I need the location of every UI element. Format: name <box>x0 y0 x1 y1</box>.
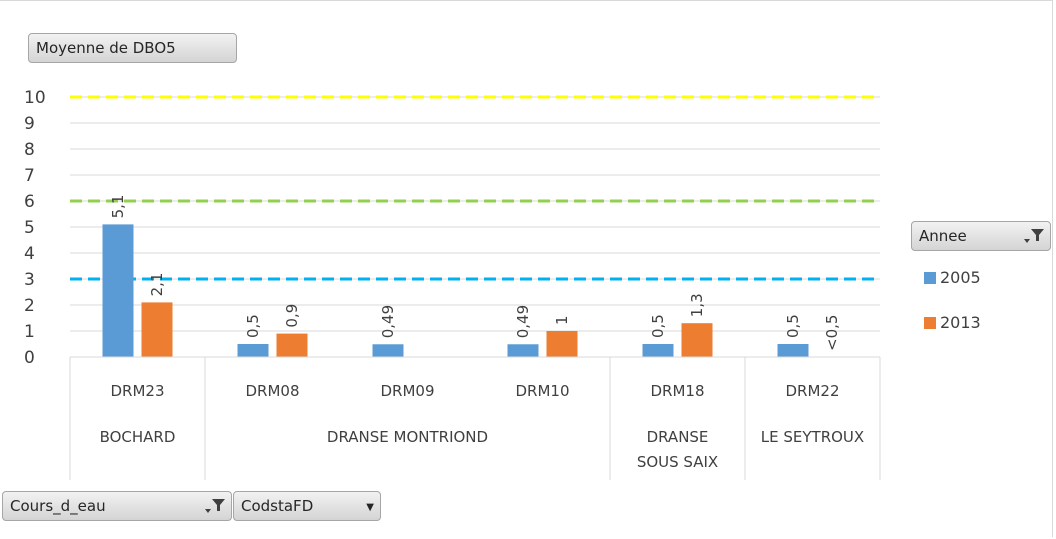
category-label: DRM10 <box>515 382 569 400</box>
bar-2013-DRM23 <box>141 302 173 357</box>
legend-entry-2005: 2005 <box>924 268 981 287</box>
legend-swatch-2013 <box>924 316 936 329</box>
legend-label-2005: 2005 <box>940 268 981 287</box>
category-label: DRM08 <box>245 382 299 400</box>
legend-swatch-2005 <box>924 271 936 284</box>
data-label-2005-DRM08: 0,5 <box>244 314 262 338</box>
data-label-2013-DRM22: <0,5 <box>823 315 841 351</box>
data-label-2005-DRM09: 0,49 <box>379 305 397 338</box>
bar-2005-DRM09 <box>372 344 404 357</box>
chart-plot: 0 1 2 3 4 5 6 7 8 9 10 5,1 2,1 0,5 0,9 0,49 0,49 1 0,5 1,3 0… <box>24 88 881 480</box>
y-tick-label: 9 <box>24 114 35 134</box>
group-label: DRANSE MONTRIOND <box>327 428 488 446</box>
data-label-2005-DRM10: 0,49 <box>514 305 532 338</box>
data-label-2013-DRM18: 1,3 <box>688 293 706 317</box>
data-label-2013-DRM23: 2,1 <box>148 273 166 297</box>
bar-2005-DRM10 <box>507 344 539 357</box>
y-tick-label: 1 <box>24 322 35 342</box>
course-field-button[interactable]: Cours_d_eau <box>2 491 232 521</box>
category-label: DRM18 <box>650 382 704 400</box>
bar-2005-DRM18 <box>642 344 674 357</box>
legend-field-label: Annee <box>919 227 967 245</box>
station-field-label: CodstaFD <box>241 497 314 515</box>
bar-2005-DRM08 <box>237 344 269 357</box>
legend-entry-2013: 2013 <box>924 313 981 332</box>
group-label: LE SEYTROUX <box>761 428 864 446</box>
group-label: SOUS SAIX <box>637 453 718 471</box>
y-tick-label: 5 <box>24 218 35 238</box>
group-label: DRANSE <box>647 428 709 446</box>
filter-dropdown-icon[interactable] <box>1022 225 1046 251</box>
y-tick-label: 7 <box>24 166 35 186</box>
data-label-2013-DRM10: 1 <box>553 315 571 325</box>
y-tick-label: 3 <box>24 270 35 290</box>
bar-2013-DRM08 <box>276 333 308 357</box>
filter-dropdown-icon[interactable] <box>203 495 227 521</box>
bar-2013-DRM10 <box>546 331 578 357</box>
course-field-label: Cours_d_eau <box>10 497 106 515</box>
category-label: DRM23 <box>110 382 164 400</box>
legend-field-button[interactable]: Annee <box>911 221 1051 251</box>
group-label: BOCHARD <box>100 428 176 446</box>
bar-2005-DRM22 <box>777 344 809 357</box>
y-tick-label: 2 <box>24 296 35 316</box>
category-label: DRM22 <box>785 382 839 400</box>
data-label-2005-DRM22: 0,5 <box>784 314 802 338</box>
station-field-button[interactable]: CodstaFD ▼ <box>233 491 381 521</box>
category-label: DRM09 <box>380 382 434 400</box>
data-label-2005-DRM23: 5,1 <box>109 195 127 219</box>
bar-2013-DRM18 <box>681 323 713 357</box>
data-label-2005-DRM18: 0,5 <box>649 314 667 338</box>
y-tick-label: 4 <box>24 244 35 264</box>
bar-2005-DRM23 <box>102 224 134 357</box>
y-tick-label: 6 <box>24 192 35 212</box>
chevron-down-icon[interactable]: ▼ <box>366 502 374 513</box>
data-label-2013-DRM08: 0,9 <box>283 304 301 328</box>
y-tick-label: 10 <box>24 88 46 108</box>
y-tick-label: 0 <box>24 348 35 368</box>
y-tick-label: 8 <box>24 140 35 160</box>
legend-label-2013: 2013 <box>940 313 981 332</box>
